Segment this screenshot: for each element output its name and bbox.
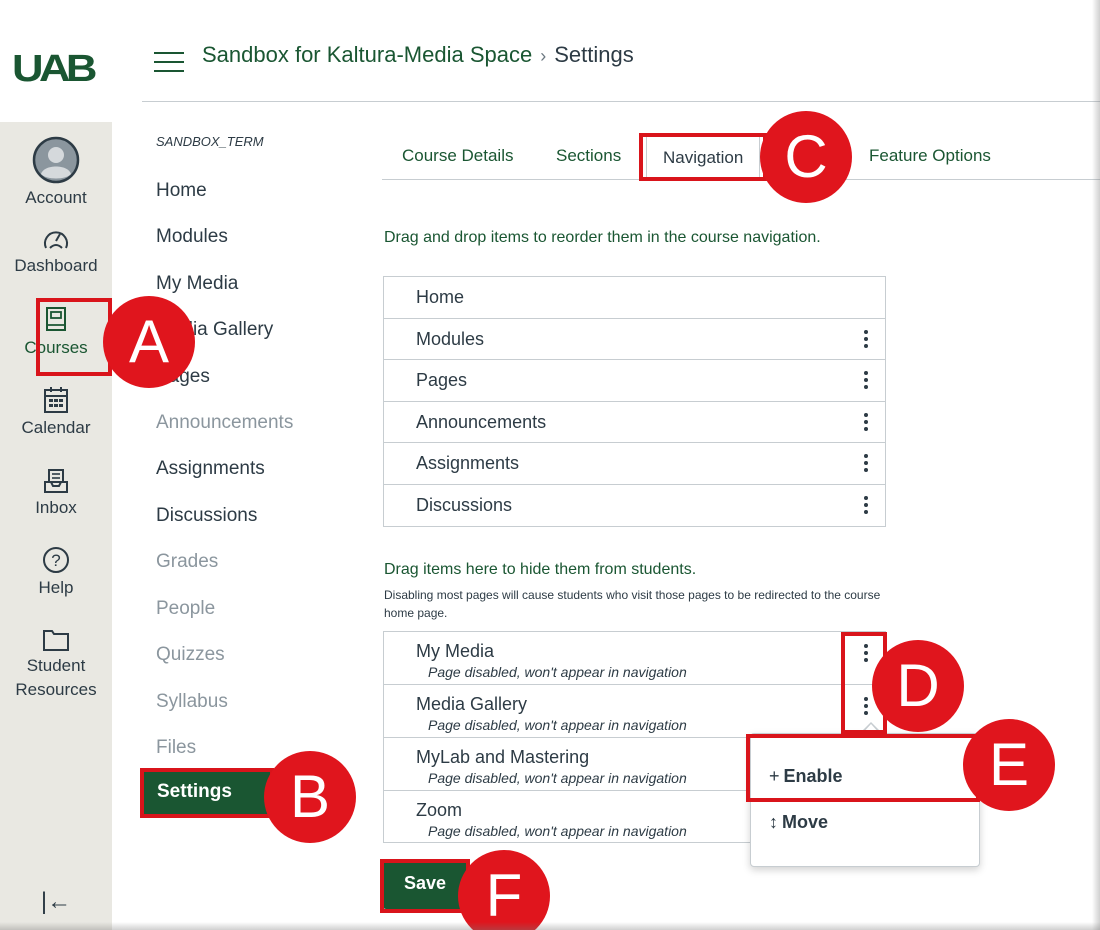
logo-area[interactable]: UAB: [0, 0, 112, 122]
nav-row-status: Page disabled, won't appear in navigatio…: [428, 823, 687, 839]
nav-row-label: Assignments: [416, 453, 520, 474]
hamburger-menu-icon[interactable]: [154, 52, 184, 72]
avatar-icon: [32, 136, 80, 184]
nav-row-status: Page disabled, won't appear in navigatio…: [428, 770, 687, 786]
tab-sections[interactable]: Sections: [556, 146, 621, 166]
page-bottom-shadow: [0, 922, 1100, 930]
course-nav-home[interactable]: Home: [156, 180, 207, 202]
global-nav-label: Help: [38, 578, 74, 597]
menu-move[interactable]: ↕ Move: [769, 812, 828, 833]
callout-e: E: [963, 719, 1055, 811]
highlight-navigation-tab: [639, 133, 767, 181]
callout-c: C: [760, 111, 852, 203]
callout-b: B: [264, 751, 356, 843]
canvas-page: UAB Account Dashboard Courses Calendar I…: [0, 0, 1100, 930]
breadcrumb-course-link[interactable]: Sandbox for Kaltura-Media Space: [202, 42, 532, 67]
hidden-items-title: Drag items here to hide them from studen…: [384, 561, 697, 578]
page-header: Sandbox for Kaltura-Media Space › Settings: [142, 0, 1100, 102]
course-nav-assignments[interactable]: Assignments: [156, 458, 265, 480]
global-nav-account[interactable]: Account: [0, 136, 112, 210]
move-icon: ↕: [769, 812, 778, 832]
nav-row-status: Page disabled, won't appear in navigatio…: [428, 664, 687, 680]
svg-text:?: ?: [51, 551, 60, 570]
breadcrumb: Sandbox for Kaltura-Media Space › Settings: [202, 42, 634, 68]
more-options-icon[interactable]: [861, 371, 871, 393]
global-nav-help[interactable]: ? Help: [0, 546, 112, 600]
nav-row-label: Discussions: [416, 494, 513, 515]
nav-row-assignments[interactable]: Assignments: [384, 443, 885, 485]
hidden-items-note: Disabling most pages will cause students…: [384, 588, 881, 620]
global-nav-label: Student: [26, 656, 86, 675]
nav-row-announcements[interactable]: Announcements: [384, 402, 885, 444]
global-nav-dashboard[interactable]: Dashboard: [0, 226, 112, 278]
more-options-icon[interactable]: [861, 495, 871, 518]
nav-row-label: MyLab and Mastering: [416, 747, 590, 767]
nav-row-label: Announcements: [416, 411, 547, 432]
nav-row-home[interactable]: Home: [384, 277, 885, 319]
inbox-icon: [44, 469, 68, 493]
nav-row-pages[interactable]: Pages: [384, 360, 885, 402]
breadcrumb-current: Settings: [554, 42, 634, 67]
nav-row-discussions[interactable]: Discussions: [384, 485, 885, 527]
highlight-enable: [746, 734, 980, 802]
nav-row-label: Media Gallery: [416, 694, 528, 714]
global-nav-label: Account: [25, 188, 87, 207]
nav-row-status: Page disabled, won't appear in navigatio…: [428, 717, 687, 733]
course-nav-files[interactable]: Files: [156, 737, 196, 759]
reorder-instructions: Drag and drop items to reorder them in t…: [384, 229, 821, 246]
nav-row-label: Zoom: [416, 800, 463, 820]
menu-move-label: Move: [782, 812, 829, 832]
more-options-icon[interactable]: [861, 454, 871, 476]
global-nav-label-line2: Resources: [15, 680, 97, 699]
global-nav-label: Inbox: [35, 498, 77, 517]
term-label: SANDBOX_TERM: [156, 134, 264, 149]
callout-f: F: [458, 850, 550, 930]
callout-d: D: [872, 640, 964, 732]
course-nav-quizzes[interactable]: Quizzes: [156, 644, 225, 666]
highlight-save: [380, 859, 470, 913]
nav-row-modules[interactable]: Modules: [384, 319, 885, 361]
course-nav-grades[interactable]: Grades: [156, 551, 218, 573]
collapse-icon: |←: [40, 888, 72, 915]
highlight-settings: [140, 768, 274, 818]
more-options-icon[interactable]: [861, 412, 871, 435]
folder-icon: [43, 630, 69, 651]
course-nav-people[interactable]: People: [156, 598, 215, 620]
enabled-nav-list: Home Modules Pages Announcements Assignm…: [383, 276, 886, 527]
course-nav-my-media[interactable]: My Media: [156, 273, 238, 295]
breadcrumb-separator: ›: [540, 46, 547, 66]
more-options-icon[interactable]: [861, 329, 871, 352]
global-nav-student-resources[interactable]: Student Resources: [0, 628, 112, 702]
global-nav-label: Dashboard: [14, 256, 98, 275]
nav-row-label: My Media: [416, 641, 495, 661]
global-nav-inbox[interactable]: Inbox: [0, 468, 112, 520]
global-navigation: UAB Account Dashboard Courses Calendar I…: [0, 0, 112, 930]
nav-row-label: Pages: [416, 370, 468, 391]
highlight-courses: [36, 298, 112, 376]
help-icon: ?: [43, 547, 69, 573]
nav-row-label: Modules: [416, 328, 485, 349]
global-nav-label: Calendar: [21, 418, 91, 437]
course-nav-announcements[interactable]: Announcements: [156, 412, 293, 434]
dashboard-icon: [44, 231, 68, 249]
tab-course-details[interactable]: Course Details: [402, 146, 514, 166]
global-nav-calendar[interactable]: Calendar: [0, 386, 112, 440]
course-nav-discussions[interactable]: Discussions: [156, 505, 257, 527]
course-nav-modules[interactable]: Modules: [156, 226, 228, 248]
uab-logo: UAB: [12, 48, 97, 90]
nav-row-my-media[interactable]: My Media Page disabled, won't appear in …: [384, 632, 885, 685]
page-edge-shadow: [1092, 0, 1100, 930]
course-nav-syllabus[interactable]: Syllabus: [156, 691, 228, 713]
tab-feature-options[interactable]: Feature Options: [869, 146, 991, 166]
nav-row-media-gallery[interactable]: Media Gallery Page disabled, won't appea…: [384, 685, 885, 738]
callout-a: A: [103, 296, 195, 388]
nav-row-label: Home: [416, 287, 465, 307]
calendar-icon: [44, 387, 68, 413]
